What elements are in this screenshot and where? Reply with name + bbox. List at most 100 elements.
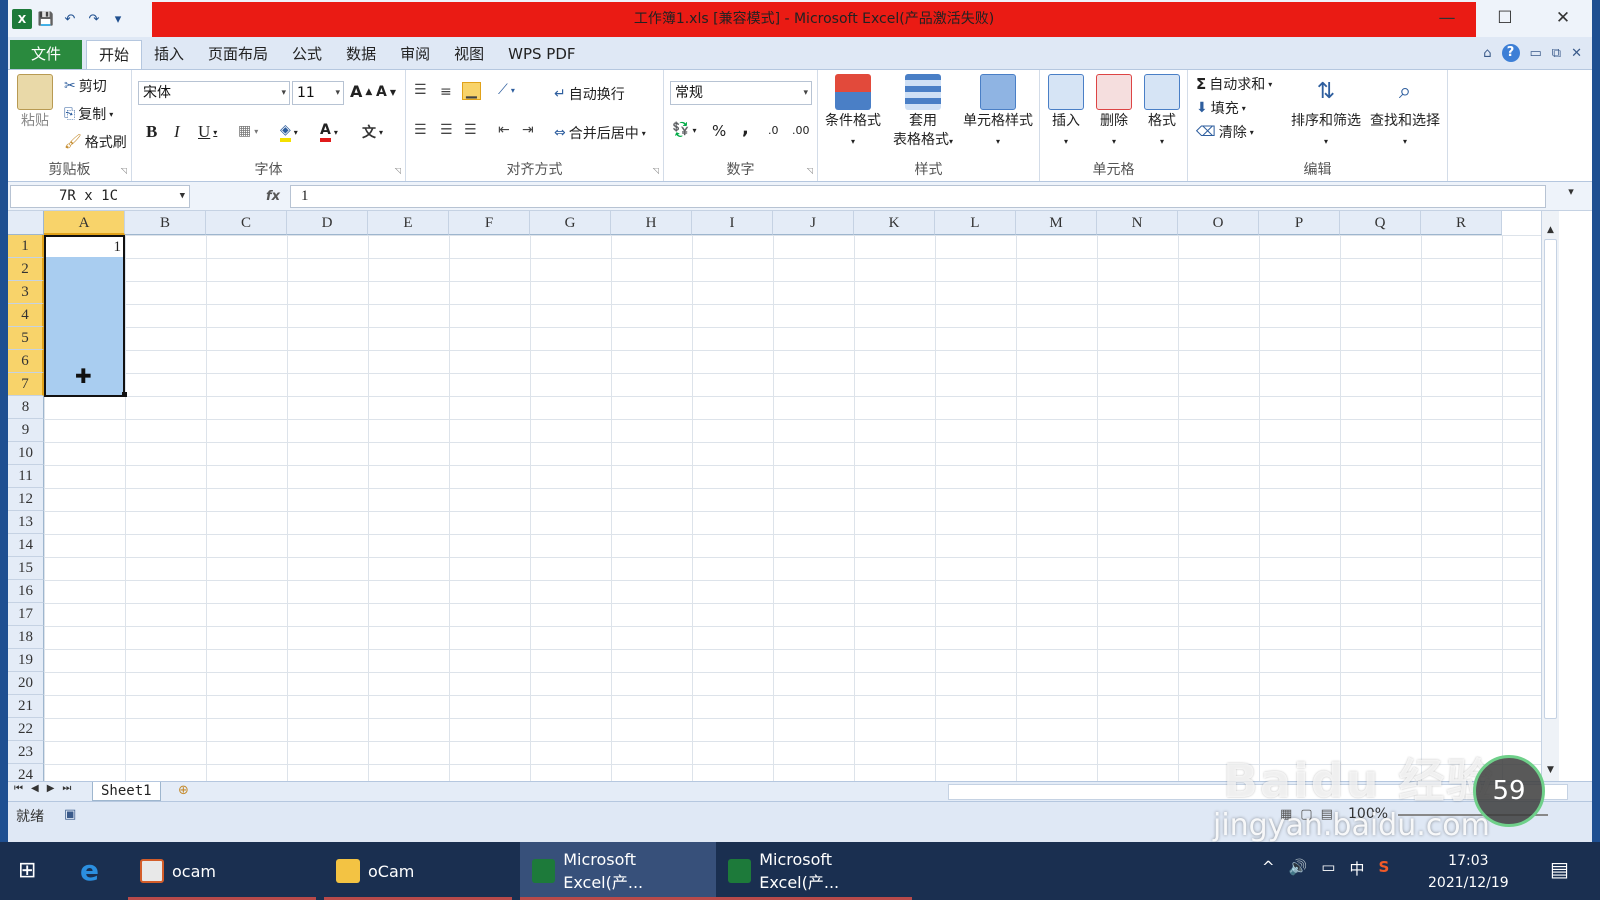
comma-button[interactable]: ,: [742, 118, 749, 139]
vertical-scrollbar[interactable]: ▲ ▼: [1541, 211, 1559, 781]
format-painter-button[interactable]: 🖌 格式刷: [64, 132, 127, 152]
merge-center-button[interactable]: ⇔ 合并后居中 ▾: [554, 123, 646, 143]
format-as-table-button[interactable]: 套用 表格格式▾: [888, 74, 958, 151]
tab-view[interactable]: 视图: [442, 40, 496, 69]
font-name-combo[interactable]: 宋体 ▾: [138, 81, 290, 105]
doc-minimize-icon[interactable]: ▭: [1530, 46, 1542, 61]
excel-app-icon[interactable]: X: [12, 9, 32, 29]
first-sheet-icon[interactable]: ⏮: [14, 783, 23, 794]
row-header-1[interactable]: 1: [8, 235, 44, 258]
column-header-j[interactable]: J: [773, 211, 854, 235]
paste-button[interactable]: 粘贴: [14, 74, 56, 131]
column-header-g[interactable]: G: [530, 211, 611, 235]
align-middle-button[interactable]: ≡: [440, 84, 452, 100]
tab-page-layout[interactable]: 页面布局: [196, 40, 280, 69]
tab-data[interactable]: 数据: [334, 40, 388, 69]
fill-color-button[interactable]: ◈ ▾: [280, 122, 298, 142]
name-box-dropdown-icon[interactable]: ▼: [180, 186, 185, 207]
scroll-up-icon[interactable]: ▲: [1542, 225, 1559, 235]
find-select-button[interactable]: ⌕ 查找和选择 ▾: [1366, 74, 1444, 151]
maximize-button[interactable]: ☐: [1476, 0, 1534, 37]
notification-icon[interactable]: ▤: [1550, 857, 1569, 881]
row-header-5[interactable]: 5: [8, 327, 44, 350]
border-button[interactable]: ▦ ▾: [238, 123, 258, 139]
vertical-scroll-thumb[interactable]: [1544, 239, 1557, 719]
copy-dropdown-icon[interactable]: ▾: [109, 110, 113, 119]
orientation-button[interactable]: ⟋ ▾: [498, 82, 515, 98]
cell-styles-button[interactable]: 单元格样式 ▾: [960, 74, 1036, 151]
row-header-9[interactable]: 9: [8, 419, 44, 442]
row-header-13[interactable]: 13: [8, 511, 44, 534]
delete-cells-button[interactable]: 删除 ▾: [1092, 74, 1136, 151]
column-header-m[interactable]: M: [1016, 211, 1097, 235]
tab-file[interactable]: 文件: [10, 40, 82, 69]
collapse-ribbon-icon[interactable]: ⌂: [1483, 46, 1491, 61]
doc-close-icon[interactable]: ✕: [1571, 46, 1582, 61]
row-header-23[interactable]: 23: [8, 741, 44, 764]
row-header-10[interactable]: 10: [8, 442, 44, 465]
clipboard-launcher-icon[interactable]: ◹: [121, 166, 127, 175]
tab-review[interactable]: 审阅: [388, 40, 442, 69]
increase-decimal-button[interactable]: .0: [768, 124, 779, 137]
align-right-button[interactable]: ☰: [464, 122, 477, 138]
align-left-button[interactable]: ☰: [414, 122, 427, 138]
row-header-20[interactable]: 20: [8, 672, 44, 695]
volume-icon[interactable]: 🔊: [1289, 858, 1308, 879]
column-header-p[interactable]: P: [1259, 211, 1340, 235]
windows-start-icon[interactable]: ⊞: [18, 858, 36, 883]
align-top-button[interactable]: ☰: [414, 82, 427, 98]
column-header-b[interactable]: B: [125, 211, 206, 235]
grow-font-button[interactable]: A ▲: [350, 82, 372, 101]
system-clock[interactable]: 17:03 2021/12/19: [1428, 850, 1509, 894]
row-header-3[interactable]: 3: [8, 281, 44, 304]
number-format-combo[interactable]: 常规 ▾: [670, 81, 812, 105]
chevron-up-icon[interactable]: ^: [1262, 858, 1275, 879]
copy-button[interactable]: ⎘ 复制 ▾: [64, 104, 113, 124]
help-icon[interactable]: ?: [1501, 44, 1520, 62]
select-all-corner[interactable]: [8, 211, 44, 235]
row-header-7[interactable]: 7: [8, 373, 44, 396]
next-sheet-icon[interactable]: ▶: [47, 783, 55, 794]
formula-input[interactable]: 1: [290, 185, 1546, 208]
align-center-button[interactable]: ☰: [440, 122, 453, 138]
font-launcher-icon[interactable]: ◹: [395, 166, 401, 175]
expand-formula-icon[interactable]: ▾: [1552, 185, 1590, 208]
shrink-font-button[interactable]: A ▼: [376, 84, 396, 100]
row-header-2[interactable]: 2: [8, 258, 44, 281]
close-button[interactable]: ✕: [1534, 0, 1592, 37]
tab-formulas[interactable]: 公式: [280, 40, 334, 69]
row-header-24[interactable]: 24: [8, 764, 44, 781]
taskbar-item-excel-2[interactable]: Microsoft Excel(产...: [716, 842, 912, 900]
row-header-14[interactable]: 14: [8, 534, 44, 557]
insert-sheet-icon[interactable]: ⊕: [178, 783, 189, 798]
redo-icon[interactable]: ↷: [84, 9, 104, 29]
network-icon[interactable]: ▭: [1321, 858, 1335, 879]
column-header-i[interactable]: I: [692, 211, 773, 235]
row-header-12[interactable]: 12: [8, 488, 44, 511]
save-icon[interactable]: 💾: [36, 9, 56, 29]
font-size-combo[interactable]: 11 ▾: [292, 81, 344, 105]
alignment-launcher-icon[interactable]: ◹: [653, 166, 659, 175]
fill-button[interactable]: ⬇ 填充 ▾: [1196, 98, 1246, 118]
row-header-11[interactable]: 11: [8, 465, 44, 488]
conditional-format-button[interactable]: 条件格式 ▾: [820, 74, 886, 151]
row-header-16[interactable]: 16: [8, 580, 44, 603]
minimize-button[interactable]: —: [1418, 0, 1476, 37]
format-cells-button[interactable]: 格式 ▾: [1140, 74, 1184, 151]
cut-button[interactable]: ✂ 剪切: [64, 76, 107, 96]
name-box[interactable]: 7R x 1C ▼: [10, 185, 190, 208]
column-header-l[interactable]: L: [935, 211, 1016, 235]
sheet-tab-sheet1[interactable]: Sheet1: [92, 782, 161, 801]
row-header-6[interactable]: 6: [8, 350, 44, 373]
phonetic-button[interactable]: 文 ▾: [362, 122, 383, 142]
tab-insert[interactable]: 插入: [142, 40, 196, 69]
clear-button[interactable]: ⌫ 清除 ▾: [1196, 122, 1254, 142]
sogou-ime-icon[interactable]: S: [1378, 858, 1389, 879]
row-header-22[interactable]: 22: [8, 718, 44, 741]
fill-handle[interactable]: [122, 392, 127, 397]
ime-indicator[interactable]: 中: [1349, 858, 1364, 879]
taskbar-item-excel-1[interactable]: Microsoft Excel(产...: [520, 842, 716, 900]
currency-button[interactable]: 💱 ▾: [672, 122, 696, 138]
number-launcher-icon[interactable]: ◹: [807, 166, 813, 175]
insert-cells-button[interactable]: 插入 ▾: [1044, 74, 1088, 151]
